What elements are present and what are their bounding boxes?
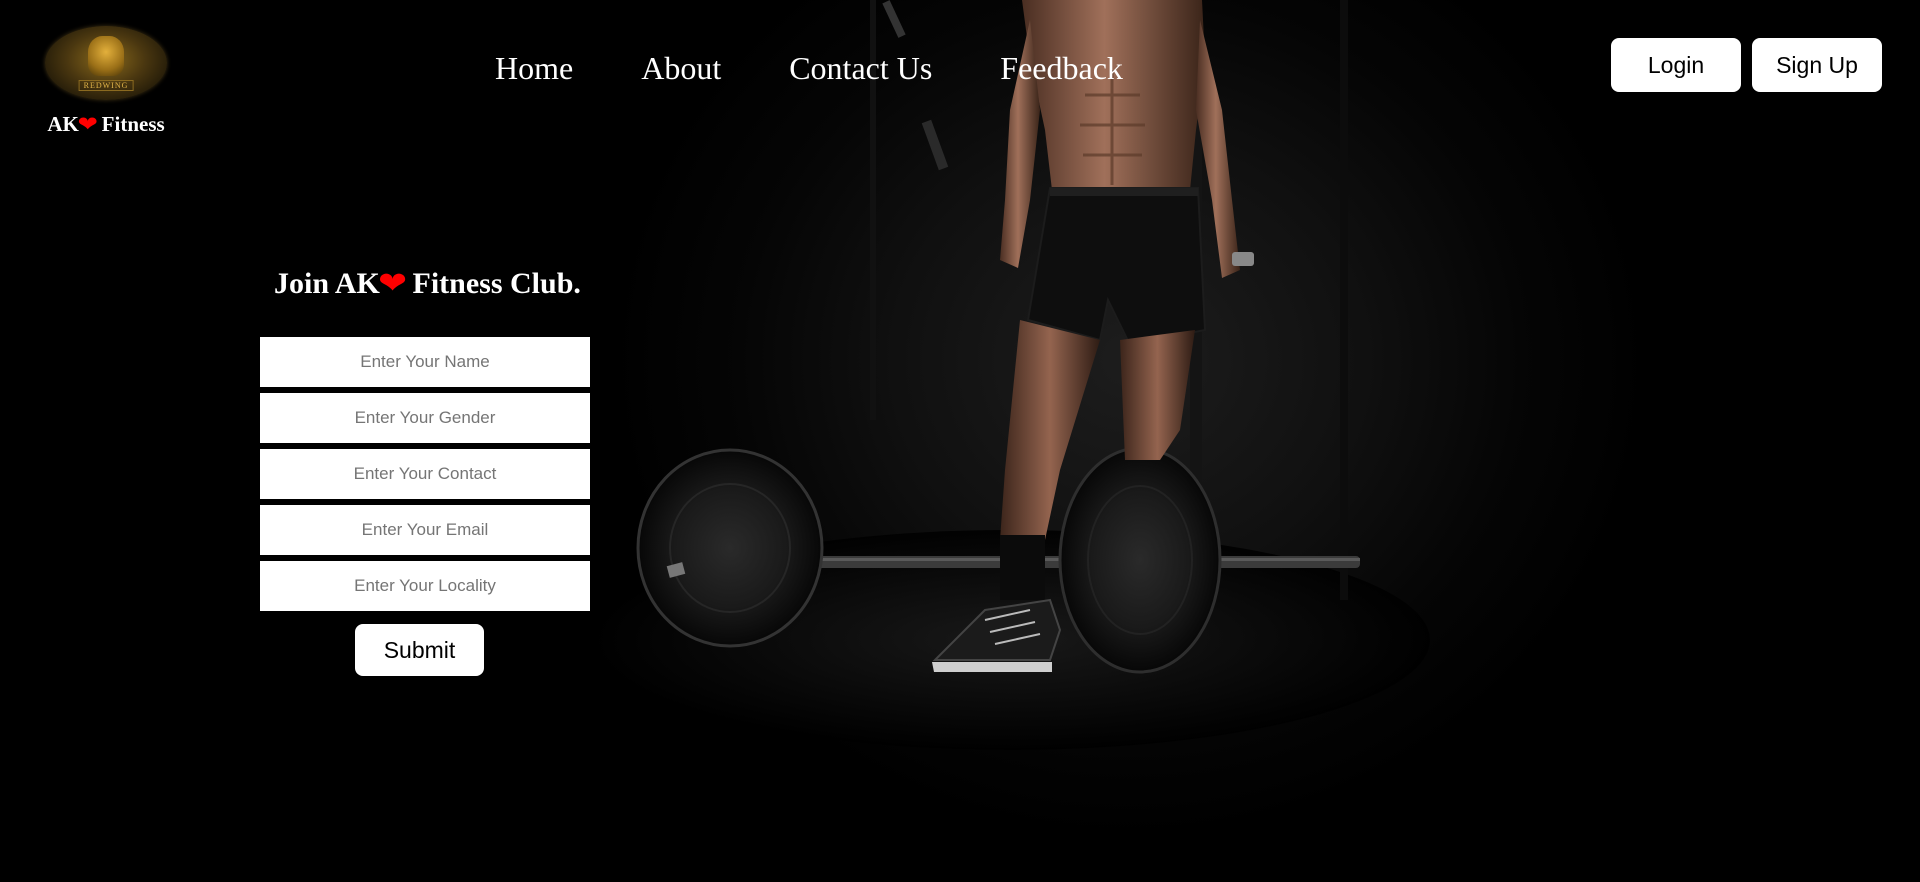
brand-name: AK❤ Fitness: [36, 112, 176, 137]
submit-button[interactable]: Submit: [355, 624, 484, 676]
auth-buttons: Login Sign Up: [1611, 38, 1882, 92]
gender-input[interactable]: [260, 393, 590, 443]
login-button[interactable]: Login: [1611, 38, 1741, 92]
skull-emblem-icon: [88, 36, 124, 76]
name-input[interactable]: [260, 337, 590, 387]
heart-icon: ❤: [377, 266, 407, 301]
brand-name-prefix: AK: [47, 112, 79, 136]
join-title: Join AK❤ Fitness Club.: [274, 266, 581, 301]
brand-name-suffix: Fitness: [96, 112, 165, 136]
contact-input[interactable]: [260, 449, 590, 499]
join-title-prefix: Join AK: [274, 267, 380, 300]
email-input[interactable]: [260, 505, 590, 555]
locality-input[interactable]: [260, 561, 590, 611]
brand-logo[interactable]: REDWING: [45, 26, 167, 100]
logo-wordmark: REDWING: [78, 80, 134, 91]
nav-link-feedback[interactable]: Feedback: [1000, 50, 1123, 87]
nav-link-about[interactable]: About: [641, 50, 721, 87]
main-nav: Home About Contact Us Feedback: [495, 50, 1191, 87]
join-title-suffix: Fitness Club.: [405, 267, 581, 300]
brand[interactable]: REDWING AK❤ Fitness: [36, 26, 176, 137]
join-form: Submit: [260, 337, 590, 676]
heart-icon: ❤: [77, 112, 98, 136]
sign-up-button[interactable]: Sign Up: [1752, 38, 1882, 92]
nav-link-home[interactable]: Home: [495, 50, 573, 87]
nav-link-contact-us[interactable]: Contact Us: [789, 50, 932, 87]
